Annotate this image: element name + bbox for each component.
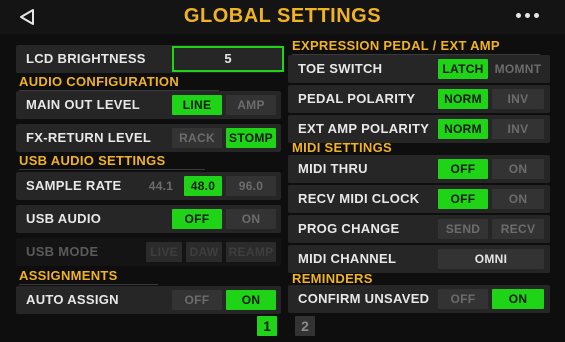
usb-audio-off-option[interactable]: OFF bbox=[172, 209, 222, 229]
main-out-amp-option[interactable]: AMP bbox=[226, 95, 276, 115]
pedal-polarity-label: PEDAL POLARITY bbox=[298, 91, 416, 106]
page-2-button[interactable]: 2 bbox=[295, 316, 315, 336]
toe-switch-momnt-option[interactable]: MOMNT bbox=[492, 59, 544, 79]
recv-midi-clock-row: RECV MIDI CLOCK OFF ON bbox=[288, 185, 550, 213]
usb-mode-live-option: LIVE bbox=[146, 242, 182, 262]
midi-thru-row: MIDI THRU OFF ON bbox=[288, 155, 550, 183]
usb-audio-settings-header: USB AUDIO SETTINGS bbox=[19, 153, 207, 170]
confirm-unsaved-label: CONFIRM UNSAVED bbox=[298, 291, 430, 306]
lcd-brightness-value[interactable]: 5 bbox=[172, 46, 284, 72]
fx-return-rack-option[interactable]: RACK bbox=[172, 128, 222, 148]
pedal-polarity-norm-option[interactable]: NORM bbox=[438, 89, 488, 109]
more-dots-icon[interactable] bbox=[516, 13, 539, 18]
lcd-brightness-label: LCD BRIGHTNESS bbox=[26, 51, 146, 66]
recv-midi-clock-label: RECV MIDI CLOCK bbox=[298, 191, 420, 206]
expression-pedal-header: EXPRESSION PEDAL / EXT AMP bbox=[292, 38, 540, 55]
ext-amp-polarity-label: EXT AMP POLARITY bbox=[298, 121, 430, 136]
confirm-unsaved-on-option[interactable]: ON bbox=[492, 289, 544, 309]
midi-channel-label: MIDI CHANNEL bbox=[298, 251, 397, 266]
usb-audio-on-option[interactable]: ON bbox=[226, 209, 276, 229]
prog-change-label: PROG CHANGE bbox=[298, 221, 400, 236]
fx-return-level-label: FX-RETURN LEVEL bbox=[26, 130, 152, 145]
page-title: GLOBAL SETTINGS bbox=[183, 5, 382, 27]
sample-rate-96-0-option[interactable]: 96.0 bbox=[226, 176, 276, 196]
usb-mode-daw-option: DAW bbox=[186, 242, 222, 262]
toe-switch-row: TOE SWITCH LATCH MOMNT bbox=[288, 55, 550, 83]
pedal-polarity-inv-option[interactable]: INV bbox=[492, 89, 544, 109]
toe-switch-latch-option[interactable]: LATCH bbox=[438, 59, 488, 79]
recv-midi-clock-off-option[interactable]: OFF bbox=[438, 189, 488, 209]
reminders-header: REMINDERS bbox=[292, 271, 413, 288]
sample-rate-44-1-option[interactable]: 44.1 bbox=[142, 176, 180, 196]
auto-assign-label: AUTO ASSIGN bbox=[26, 292, 119, 307]
toe-switch-label: TOE SWITCH bbox=[298, 61, 383, 76]
prog-change-row: PROG CHANGE SEND RECV bbox=[288, 215, 550, 243]
sample-rate-48-0-option[interactable]: 48.0 bbox=[184, 176, 222, 196]
prog-change-send-option[interactable]: SEND bbox=[438, 219, 488, 239]
auto-assign-on-option[interactable]: ON bbox=[226, 290, 276, 310]
confirm-unsaved-off-option[interactable]: OFF bbox=[438, 289, 488, 309]
confirm-unsaved-row: CONFIRM UNSAVED OFF ON bbox=[288, 285, 550, 313]
midi-thru-label: MIDI THRU bbox=[298, 161, 368, 176]
recv-midi-clock-on-option[interactable]: ON bbox=[492, 189, 544, 209]
midi-channel-row: MIDI CHANNEL OMNI bbox=[288, 245, 550, 273]
header-bar: GLOBAL SETTINGS bbox=[0, 0, 565, 34]
usb-mode-row: USB MODE LIVE DAW REAMP bbox=[16, 238, 281, 266]
fx-return-stomp-option[interactable]: STOMP bbox=[226, 128, 276, 148]
audio-configuration-header: AUDIO CONFIGURATION bbox=[19, 74, 220, 91]
fx-return-level-row: FX-RETURN LEVEL RACK STOMP bbox=[16, 124, 281, 152]
usb-mode-label: USB MODE bbox=[26, 244, 99, 259]
midi-thru-on-option[interactable]: ON bbox=[492, 159, 544, 179]
usb-audio-label: USB AUDIO bbox=[26, 211, 102, 226]
auto-assign-row: AUTO ASSIGN OFF ON bbox=[16, 286, 281, 314]
pedal-polarity-row: PEDAL POLARITY NORM INV bbox=[288, 85, 550, 113]
ext-amp-polarity-inv-option[interactable]: INV bbox=[492, 119, 544, 139]
main-out-line-option[interactable]: LINE bbox=[172, 95, 222, 115]
main-out-level-row: MAIN OUT LEVEL LINE AMP bbox=[16, 91, 281, 119]
midi-thru-off-option[interactable]: OFF bbox=[438, 159, 488, 179]
auto-assign-off-option[interactable]: OFF bbox=[172, 290, 222, 310]
page-1-button[interactable]: 1 bbox=[257, 316, 277, 336]
midi-channel-value[interactable]: OMNI bbox=[438, 249, 544, 269]
midi-settings-header: MIDI SETTINGS bbox=[292, 140, 432, 157]
assignments-header: ASSIGNMENTS bbox=[19, 268, 158, 285]
prog-change-recv-option[interactable]: RECV bbox=[492, 219, 544, 239]
ext-amp-polarity-row: EXT AMP POLARITY NORM INV bbox=[288, 115, 550, 143]
main-out-level-label: MAIN OUT LEVEL bbox=[26, 97, 140, 112]
ext-amp-polarity-norm-option[interactable]: NORM bbox=[438, 119, 488, 139]
lcd-brightness-row: LCD BRIGHTNESS 5 bbox=[16, 45, 284, 73]
usb-mode-reamp-option: REAMP bbox=[226, 242, 276, 262]
usb-audio-row: USB AUDIO OFF ON bbox=[16, 205, 281, 233]
sample-rate-label: SAMPLE RATE bbox=[26, 178, 122, 193]
sample-rate-row: SAMPLE RATE 44.1 48.0 96.0 bbox=[16, 172, 281, 200]
